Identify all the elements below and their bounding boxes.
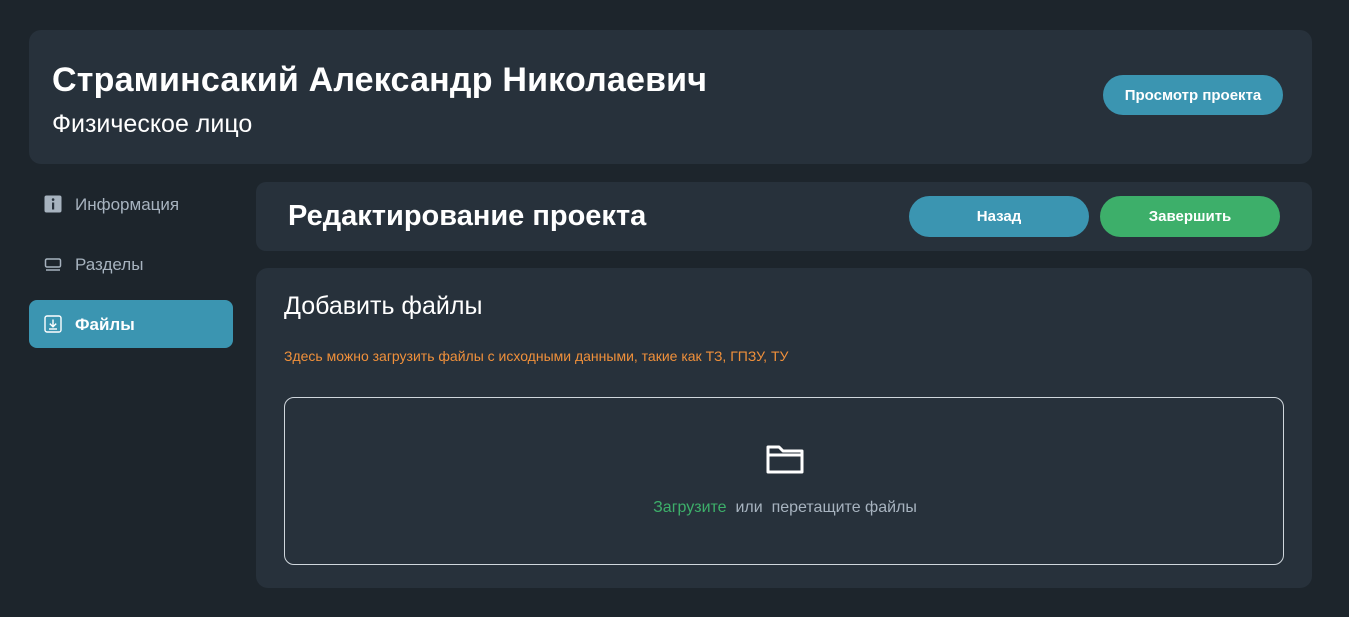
sidebar-item-info[interactable]: Информация [29, 180, 233, 228]
user-type: Физическое лицо [52, 110, 253, 138]
upload-link[interactable]: Загрузите [653, 499, 726, 516]
sections-icon [44, 255, 62, 273]
info-icon [44, 195, 62, 213]
or-text: или [735, 499, 763, 516]
page-title: Редактирование проекта [288, 200, 647, 232]
dropzone-text: Загрузите или перетащите файлы [285, 499, 1285, 517]
edit-project-bar: Редактирование проекта Назад Завершить [256, 182, 1312, 251]
user-name: Страминсакий Александр Николаевич [52, 61, 708, 99]
folder-icon [765, 442, 805, 476]
profile-header: Страминсакий Александр Николаевич Физиче… [29, 30, 1312, 164]
sidebar-item-label: Разделы [75, 254, 144, 274]
sidebar-item-sections[interactable]: Разделы [29, 240, 233, 288]
add-files-card: Добавить файлы Здесь можно загрузить фай… [256, 268, 1312, 588]
download-icon [44, 315, 62, 333]
section-title: Добавить файлы [284, 292, 483, 320]
page: Страминсакий Александр Николаевич Физиче… [0, 0, 1349, 617]
sidebar-item-label: Файлы [75, 314, 135, 334]
file-dropzone[interactable]: Загрузите или перетащите файлы [284, 397, 1284, 565]
drag-text: перетащите файлы [771, 499, 917, 516]
sidebar-item-label: Информация [75, 194, 180, 214]
files-hint: Здесь можно загрузить файлы с исходными … [284, 348, 789, 364]
sidebar: Информация Разделы Файлы [29, 180, 233, 360]
preview-project-button[interactable]: Просмотр проекта [1103, 75, 1283, 115]
sidebar-item-files[interactable]: Файлы [29, 300, 233, 348]
back-button[interactable]: Назад [909, 196, 1089, 237]
finish-button[interactable]: Завершить [1100, 196, 1280, 237]
